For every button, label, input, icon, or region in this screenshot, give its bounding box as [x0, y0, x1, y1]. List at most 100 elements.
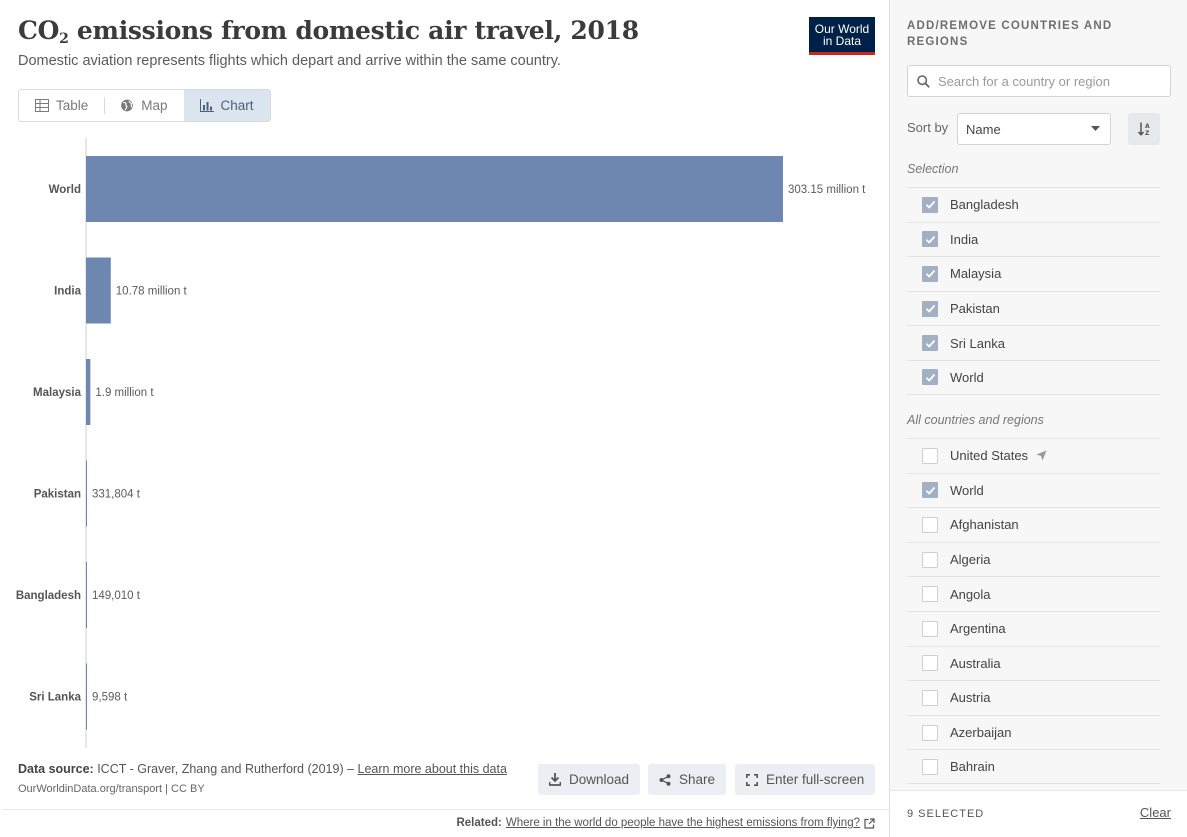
checkbox-unchecked[interactable]	[922, 516, 938, 533]
bar[interactable]	[86, 257, 111, 324]
svg-text:Z: Z	[1145, 130, 1150, 136]
checkbox-checked[interactable]	[922, 482, 938, 499]
fullscreen-button[interactable]: Enter full-screen	[735, 764, 876, 795]
checkbox-unchecked[interactable]	[922, 620, 938, 637]
download-button[interactable]: Download	[538, 764, 641, 795]
share-button[interactable]: Share	[648, 764, 727, 795]
search-box[interactable]	[907, 65, 1171, 97]
svg-text:A: A	[1145, 123, 1150, 130]
selection-section-label: Selection	[907, 162, 959, 176]
tab-map[interactable]: Map	[104, 90, 183, 121]
entity-selector-panel: ADD/REMOVE COUNTRIES AND REGIONS Sort by…	[889, 0, 1187, 837]
entity-row[interactable]: Austria	[907, 680, 1160, 715]
checkbox-unchecked[interactable]	[922, 586, 938, 603]
learn-more-link[interactable]: Learn more about this data	[358, 762, 507, 776]
sort-order-button[interactable]: AZ	[1128, 113, 1160, 145]
checkbox-unchecked[interactable]	[922, 447, 938, 464]
title-subscript: 2	[59, 31, 69, 47]
page-subtitle: Domestic aviation represents flights whi…	[18, 53, 561, 69]
checkmark-icon	[925, 339, 935, 348]
entity-name: United States	[950, 448, 1029, 464]
checkbox-checked[interactable]	[922, 196, 938, 213]
entity-row[interactable]: Bahrain	[907, 749, 1160, 784]
all-entity-list: United States World Afghanistan Algeria Ango…	[907, 438, 1160, 784]
entity-name: Afghanistan	[950, 517, 1019, 533]
app-root: CO2 emissions from domestic air travel, …	[0, 0, 1187, 837]
entity-name: Azerbaijan	[950, 725, 1012, 741]
entity-name: Sri Lanka	[950, 335, 1005, 351]
tab-table-label: Table	[56, 98, 89, 113]
checkbox-checked[interactable]	[922, 265, 938, 282]
bar[interactable]	[86, 663, 87, 730]
view-tabs: Table Map Chart	[18, 89, 271, 122]
share-icon	[659, 773, 671, 786]
value-label: 10.78 million t	[116, 286, 188, 298]
checkbox-unchecked[interactable]	[922, 655, 938, 672]
entity-row[interactable]: Bangladesh	[907, 187, 1160, 222]
search-icon	[917, 74, 930, 88]
logo-line-2: in Data	[822, 34, 862, 48]
owid-logo[interactable]: Our World in Data	[809, 17, 875, 55]
checkmark-icon	[925, 486, 935, 495]
category-label: India	[54, 286, 81, 298]
globe-icon	[121, 99, 134, 112]
selection-footer: 9 SELECTED Clear	[890, 790, 1187, 837]
entity-row[interactable]: Algeria	[907, 541, 1160, 577]
entity-row[interactable]: United States	[907, 438, 1160, 473]
checkbox-checked[interactable]	[922, 231, 938, 248]
entity-row[interactable]: India	[907, 221, 1160, 257]
bar[interactable]	[86, 460, 87, 527]
category-label: Bangladesh	[16, 590, 81, 602]
entity-row[interactable]: Azerbaijan	[907, 714, 1160, 750]
related-link[interactable]: Where in the world do people have the hi…	[506, 817, 860, 829]
value-label: 1.9 million t	[95, 387, 154, 399]
checkmark-icon	[925, 373, 935, 382]
bar-chart-svg: World 303.15 million t India 10.78 million …	[16, 138, 866, 748]
bar[interactable]	[86, 562, 87, 628]
entity-row[interactable]: World	[907, 359, 1160, 395]
sort-select-value: Name	[966, 121, 1001, 137]
entity-name: Austria	[950, 690, 991, 706]
bar[interactable]	[86, 359, 91, 425]
entity-name: Bahrain	[950, 759, 995, 775]
tab-map-label: Map	[141, 98, 168, 113]
bar[interactable]	[86, 156, 783, 222]
entity-row[interactable]: Pakistan	[907, 290, 1160, 326]
external-link-icon	[864, 817, 875, 829]
entity-name: Algeria	[950, 552, 991, 568]
checkbox-checked[interactable]	[922, 369, 938, 386]
entity-name: Pakistan	[950, 301, 1000, 317]
checkbox-unchecked[interactable]	[922, 689, 938, 706]
checkbox-checked[interactable]	[922, 300, 938, 317]
chart-icon	[199, 99, 214, 112]
checkbox-unchecked[interactable]	[922, 551, 938, 568]
data-source-label: Data source:	[18, 762, 94, 776]
entity-row[interactable]: Australia	[907, 645, 1160, 681]
checkbox-unchecked[interactable]	[922, 758, 938, 775]
category-label: Pakistan	[34, 489, 81, 501]
entity-row[interactable]: World	[907, 472, 1160, 508]
side-panel-heading: ADD/REMOVE COUNTRIES AND REGIONS	[907, 20, 1113, 48]
checkmark-icon	[925, 304, 935, 313]
entity-row[interactable]: Angola	[907, 576, 1160, 611]
caret-down-icon	[1091, 126, 1100, 131]
entity-row[interactable]: Sri Lanka	[907, 325, 1160, 360]
tab-table[interactable]: Table	[19, 90, 104, 121]
entity-name: Bangladesh	[950, 197, 1019, 213]
entity-row[interactable]: Argentina	[907, 610, 1160, 646]
page-title: CO2 emissions from domestic air travel, …	[18, 16, 639, 47]
tab-chart[interactable]: Chart	[183, 90, 270, 121]
title-text: CO	[18, 16, 60, 45]
sort-select[interactable]: Name	[957, 113, 1111, 145]
data-source-text: ICCT - Graver, Zhang and Rutherford (201…	[93, 762, 358, 776]
checkbox-unchecked[interactable]	[922, 724, 938, 741]
search-input[interactable]	[938, 73, 1158, 89]
chart-panel: CO2 emissions from domestic air travel, …	[2, 2, 889, 835]
checkbox-checked[interactable]	[922, 335, 938, 352]
entity-row[interactable]: Afghanistan	[907, 507, 1160, 542]
clear-button[interactable]: Clear	[1140, 805, 1171, 820]
value-label: 149,010 t	[92, 590, 141, 602]
category-label: World	[49, 184, 81, 196]
checkmark-icon	[925, 270, 935, 279]
entity-row[interactable]: Malaysia	[907, 256, 1160, 291]
